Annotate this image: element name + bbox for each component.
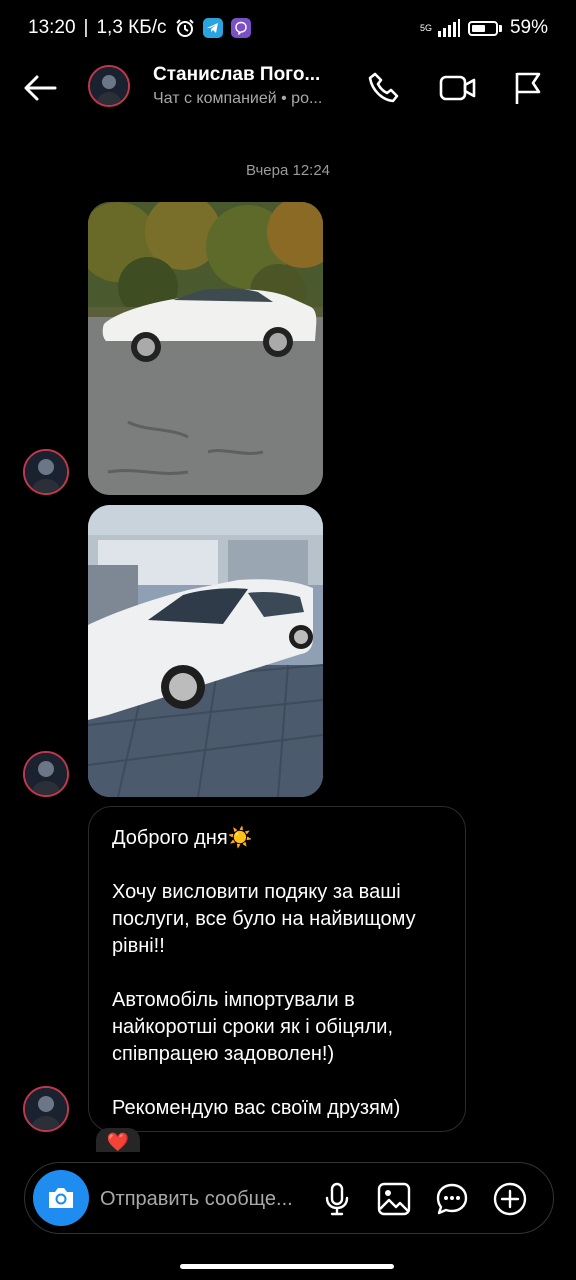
sender-avatar-3[interactable]	[23, 1086, 69, 1132]
car-photo-2	[88, 505, 323, 797]
status-left: 13:20 | 1,3 КБ/с	[28, 17, 251, 39]
alarm-icon	[175, 18, 195, 38]
clock: 13:20	[28, 17, 76, 38]
heart-reaction-emoji: ❤️	[106, 1132, 130, 1152]
video-call-button[interactable]	[438, 68, 478, 108]
separator: |	[83, 17, 89, 38]
phone-icon	[368, 72, 399, 103]
contact-avatar[interactable]	[88, 65, 130, 107]
chat-header: Станислав Пого... Чат с компанией • ро..…	[0, 56, 576, 120]
image-icon	[377, 1182, 411, 1216]
sender-avatar-1[interactable]	[23, 449, 69, 495]
photo-message-2[interactable]	[88, 505, 323, 797]
back-arrow-icon	[24, 75, 57, 101]
sender-avatar-2[interactable]	[23, 751, 69, 797]
battery-icon	[467, 20, 502, 36]
plus-circle-icon	[493, 1182, 527, 1216]
contact-name: Станислав Пого...	[153, 64, 321, 85]
signal-icon	[437, 19, 460, 37]
gallery-button[interactable]	[375, 1180, 413, 1218]
voice-call-button[interactable]	[364, 68, 404, 108]
camera-button[interactable]	[33, 1170, 89, 1226]
home-indicator[interactable]	[180, 1264, 394, 1269]
camera-icon	[49, 1188, 73, 1208]
status-bar: 13:20 | 1,3 КБ/с 5G 59%	[0, 0, 576, 56]
battery-percent: 59%	[509, 17, 548, 38]
network-type-label: 5G	[419, 22, 432, 33]
contact-subtitle: Чат с компанией • ро...	[153, 90, 323, 107]
video-camera-icon	[439, 75, 476, 101]
heart-reaction[interactable]: ❤️	[96, 1128, 140, 1152]
viber-icon	[230, 18, 251, 38]
report-button[interactable]	[508, 68, 548, 108]
network-speed: 1,3 КБ/с	[96, 17, 167, 38]
add-button[interactable]	[491, 1180, 529, 1218]
network-type: 5G	[419, 22, 432, 33]
status-right: 5G 59%	[420, 17, 548, 39]
back-button[interactable]	[22, 70, 58, 106]
car-photo-1	[88, 202, 323, 495]
message-paragraph-2: Автомобіль імпортували в найкоротші срок…	[112, 989, 394, 1065]
contact-info[interactable]: Станислав Пого... Чат с компанией • ро..…	[153, 64, 348, 108]
chat-bubble-icon	[436, 1183, 468, 1215]
microphone-icon	[325, 1182, 349, 1216]
message-composer	[24, 1162, 554, 1234]
message-timestamp: Вчера 12:24	[245, 162, 331, 179]
sticker-button[interactable]	[433, 1180, 471, 1218]
text-message-bubble[interactable]: Доброго дня☀️ Хочу висловити подяку за в…	[88, 806, 466, 1132]
photo-message-1[interactable]	[88, 202, 323, 495]
voice-message-button[interactable]	[318, 1180, 356, 1218]
telegram-icon	[202, 18, 223, 38]
message-input[interactable]	[98, 1181, 317, 1217]
flag-icon	[515, 72, 541, 104]
message-paragraph-1: Хочу висловити подяку за ваші послуги, в…	[112, 881, 416, 957]
message-greeting: Доброго дня☀️	[112, 827, 253, 849]
message-paragraph-3: Рекомендую вас своїм друзям)	[112, 1097, 401, 1119]
